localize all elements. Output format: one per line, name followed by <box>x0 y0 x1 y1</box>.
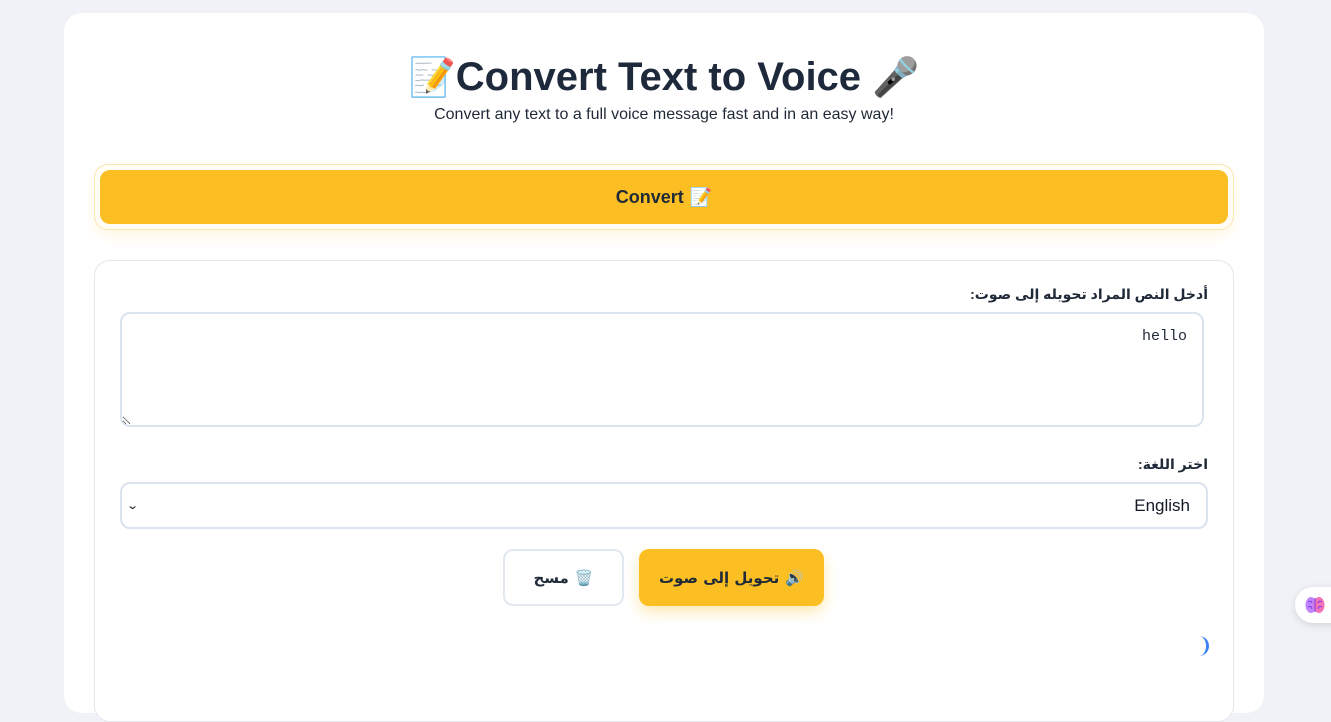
page-title: 📝Convert Text to Voice 🎤 <box>64 57 1264 97</box>
trash-icon: 🗑️ <box>574 568 594 587</box>
text-input-label: أدخل النص المراد تحويله إلى صوت: <box>970 286 1208 302</box>
memo-icon: 📝 <box>689 186 713 207</box>
floating-assistant-button[interactable] <box>1295 587 1331 623</box>
convert-button-wrapper: Convert 📝 <box>94 164 1234 230</box>
language-label: اختر اللغة: <box>1137 456 1208 472</box>
microphone-icon: 🎤 <box>872 57 920 99</box>
language-select[interactable]: ⌄ English <box>120 482 1208 529</box>
convert-button-label: Convert <box>615 186 684 207</box>
page-title-text: Convert Text to Voice <box>455 55 862 99</box>
speak-button[interactable]: 🔊 تحويل إلى صوت <box>639 549 824 606</box>
main-card: 📝Convert Text to Voice 🎤 Convert any tex… <box>64 13 1264 722</box>
clear-button-label: مسح <box>533 568 569 587</box>
language-selected-value: English <box>1134 495 1190 515</box>
chevron-down-icon: ⌄ <box>126 500 140 512</box>
loading-spinner <box>1195 636 1209 656</box>
convert-button[interactable]: Convert 📝 <box>100 170 1228 224</box>
clear-button[interactable]: 🗑️ مسح <box>503 549 624 606</box>
page-subtitle: Convert any text to a full voice message… <box>434 106 894 123</box>
speaker-icon: 🔊 <box>785 568 804 587</box>
speak-button-label: تحويل إلى صوت <box>659 568 780 587</box>
brain-icon <box>1305 597 1325 613</box>
text-input[interactable] <box>120 312 1204 427</box>
converter-panel: أدخل النص المراد تحويله إلى صوت: اختر ال… <box>94 260 1234 722</box>
memo-icon: 📝 <box>408 57 456 99</box>
